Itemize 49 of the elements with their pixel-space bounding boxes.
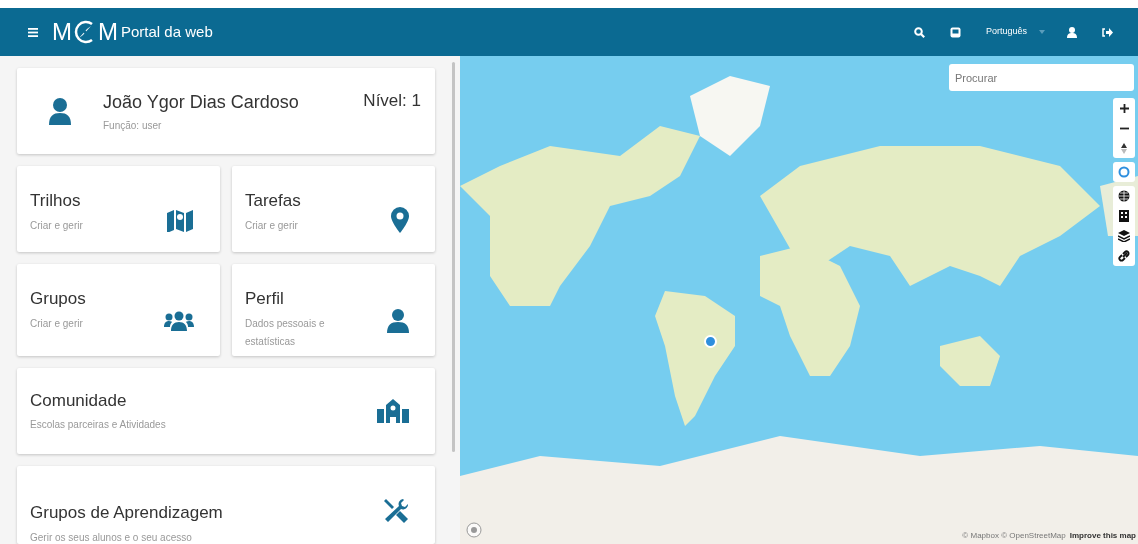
card-subtitle: Escolas parceiras e Atividades <box>30 418 167 433</box>
globe-icon <box>1118 190 1130 202</box>
search-field[interactable]: Procurar <box>949 64 1134 91</box>
menu-card-wide[interactable]: Grupos de Aprendizagem Gerir os seus alunos e o seu acesso <box>17 466 435 544</box>
caret-icon <box>1039 30 1045 34</box>
card-title: Comunidade <box>30 389 128 412</box>
ring-icon <box>1118 166 1130 178</box>
menu-icon[interactable] <box>28 27 38 37</box>
card-subtitle: Criar e gerir <box>30 218 84 233</box>
card-title: Grupos <box>30 288 87 310</box>
menu-card-wide[interactable]: Comunidade Escolas parceiras e Atividades <box>17 368 435 454</box>
card-title: Trilhos <box>30 190 82 212</box>
card-subtitle: Dados pessoais e estatísticas <box>245 316 326 349</box>
card-subtitle: Criar e gerir <box>245 218 299 233</box>
user-name: João Ygor Dias Cardoso <box>103 91 299 114</box>
user-role: Função: user <box>103 119 163 133</box>
mapbox-logo-icon <box>466 522 482 538</box>
compass-icon <box>1121 142 1127 154</box>
location-pin-icon <box>391 207 409 233</box>
map-icon <box>166 208 194 232</box>
card-title: Grupos de Aprendizagem <box>30 502 224 524</box>
menu-card[interactable]: Trilhos Criar e gerir <box>17 166 220 252</box>
search-icon[interactable] <box>913 26 925 38</box>
menu-card[interactable]: Grupos Criar e gerir <box>17 264 220 356</box>
logout-icon[interactable] <box>1102 27 1113 37</box>
layers-icon <box>1118 230 1130 242</box>
language-dropdown[interactable]: Português <box>985 25 1045 39</box>
link-icon <box>1118 250 1130 262</box>
tools-icon <box>383 498 409 524</box>
user-icon <box>387 309 409 333</box>
building-icon <box>1119 210 1129 222</box>
user-icon[interactable] <box>1067 26 1077 38</box>
improve-map-link[interactable]: Improve this map <box>1069 530 1136 542</box>
building-icon <box>377 399 409 423</box>
logo[interactable]: M M <box>52 19 118 45</box>
app-title: Portal da web <box>121 21 213 42</box>
users-icon <box>164 311 194 331</box>
card-title: Tarefas <box>245 190 302 212</box>
user-avatar-icon <box>49 97 71 125</box>
scrollbar[interactable] <box>452 62 455 452</box>
inbox-icon[interactable] <box>949 26 961 38</box>
card-title: Perfil <box>245 288 285 310</box>
card-subtitle: Criar e gerir <box>30 316 84 331</box>
plus-icon <box>1119 103 1129 113</box>
menu-card[interactable]: Perfil Dados pessoais e estatísticas <box>232 264 435 356</box>
map-attribution: © Mapbox © OpenStreetMap <box>962 530 1066 542</box>
card-subtitle: Gerir os seus alunos e o seu acesso <box>30 530 193 544</box>
level-label: Nível: 1 <box>363 90 421 112</box>
menu-card[interactable]: Tarefas Criar e gerir <box>232 166 435 252</box>
